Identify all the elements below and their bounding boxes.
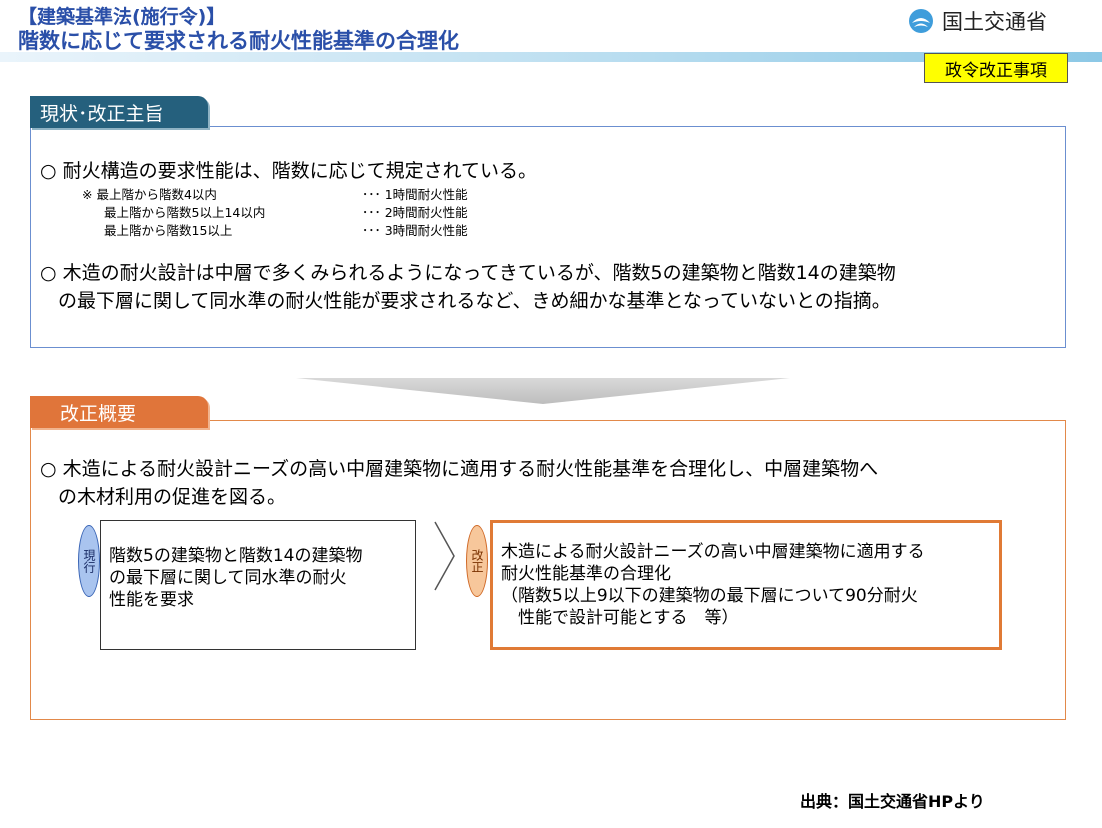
current-label-oval: 現行	[78, 525, 100, 597]
current-status-tab: 現状･改正主旨	[30, 96, 208, 128]
down-arrow-icon	[296, 378, 790, 404]
page-title: 階数に応じて要求される耐火性能基準の合理化	[18, 29, 459, 53]
summary-bullet-line-1: ○ 木造による耐火設計ニーズの高い中層建築物に適用する耐火性能基準を合理化し、中…	[40, 458, 879, 480]
revised-label-oval: 改正	[466, 525, 488, 597]
requirement-row-1-floors: ※ 最上階から階数4以内	[82, 187, 217, 202]
chevron-right-icon	[434, 521, 455, 591]
requirement-row-3-floors: 最上階から階数15以上	[104, 223, 233, 238]
current-bullet-2-line-1: ○ 木造の耐火設計は中層で多くみられるようになってきているが、階数5の建築物と階…	[40, 262, 896, 284]
requirement-row-3-performance: ･･･ 3時間耐火性能	[362, 223, 468, 238]
revised-rule-line-1: 木造による耐火設計ニーズの高い中層建築物に適用する	[501, 542, 925, 562]
revised-rule-line-4: 性能で設計可能とする 等）	[501, 608, 739, 628]
revised-rule-line-3: （階数5以上9以下の建築物の最下層について90分耐火	[501, 586, 918, 606]
ministry-name: 国土交通省	[942, 10, 1047, 34]
revised-rule-box: 木造による耐火設計ニーズの高い中層建築物に適用する 耐火性能基準の合理化 （階数…	[490, 520, 1002, 650]
current-rule-line-1: 階数5の建築物と階数14の建築物	[109, 546, 363, 566]
ministry-emblem-icon	[909, 9, 933, 33]
revised-rule-line-2: 耐火性能基準の合理化	[501, 564, 671, 584]
current-rule-box: 階数5の建築物と階数14の建築物 の最下層に関して同水準の耐火 性能を要求	[100, 520, 416, 650]
requirement-row-1-performance: ･･･ 1時間耐火性能	[362, 187, 468, 202]
current-bullet-1: ○ 耐火構造の要求性能は、階数に応じて規定されている。	[40, 160, 538, 182]
ministry-logo: 国土交通省	[908, 6, 1047, 36]
source-credit: 出典：国土交通省HPより	[800, 792, 985, 811]
revision-summary-tab: 改正概要	[30, 396, 208, 428]
requirement-row-2-performance: ･･･ 2時間耐火性能	[362, 205, 468, 220]
requirement-row-2-floors: 最上階から階数5以上14以内	[104, 205, 266, 220]
current-bullet-2-line-2: の最下層に関して同水準の耐火性能が要求されるなど、きめ細かな基準となっていないと…	[58, 290, 891, 312]
summary-bullet-line-2: の木材利用の促進を図る。	[58, 486, 287, 508]
current-rule-line-3: 性能を要求	[109, 590, 194, 610]
current-rule-line-2: の最下層に関して同水準の耐火	[109, 568, 347, 588]
status-badge: 政令改正事項	[924, 53, 1068, 83]
